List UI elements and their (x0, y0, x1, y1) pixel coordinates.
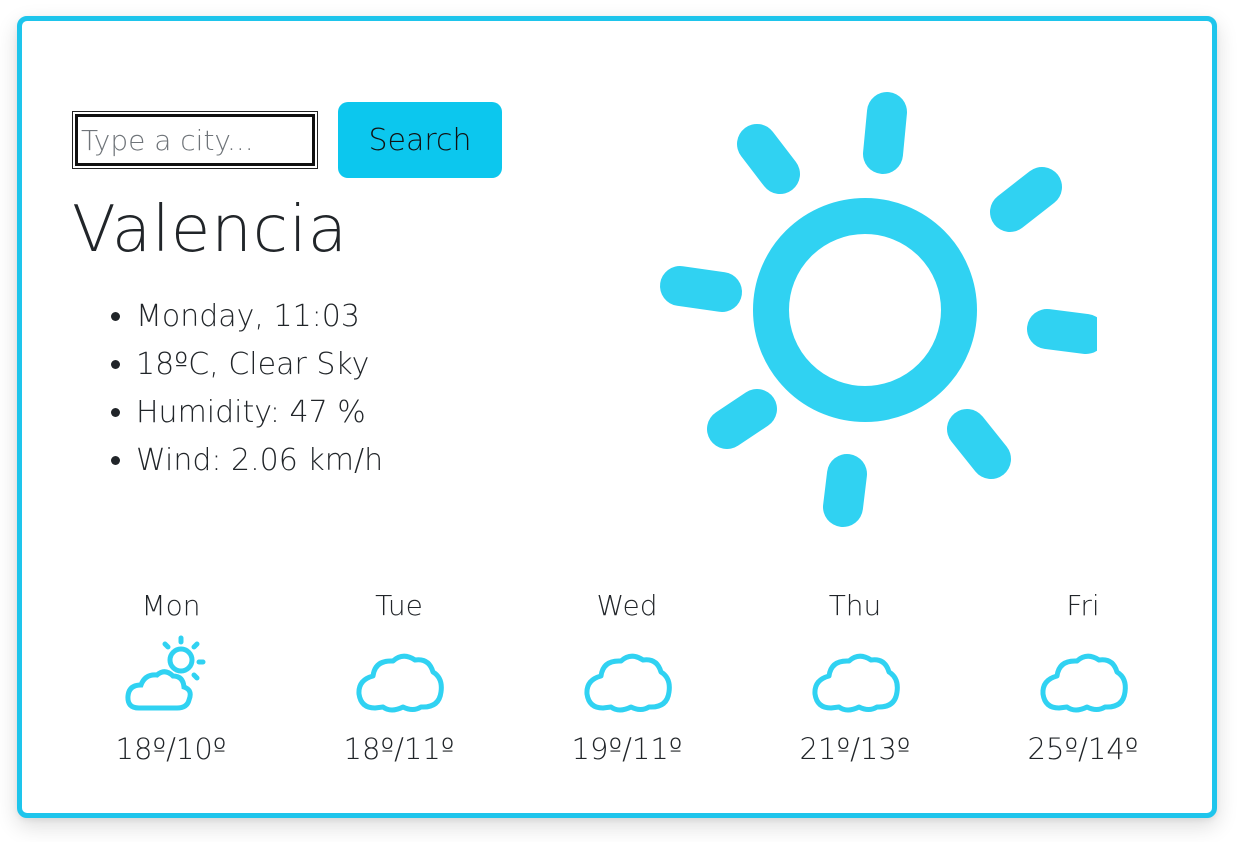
cloud-icon (356, 653, 444, 713)
forecast-day: Wed 19º/11º (513, 586, 741, 786)
forecast-day-name: Fri (1066, 589, 1100, 622)
date-time: Monday, 11:03 (136, 293, 383, 341)
humidity: Humidity: 47 % (136, 389, 383, 437)
forecast-day: Mon 18º/10º (57, 586, 285, 786)
forecast-day-name: Tue (375, 589, 423, 622)
forecast-day-name: Thu (828, 589, 882, 622)
cloud-icon (812, 653, 900, 713)
forecast-day: Fri 25º/14º (969, 586, 1197, 786)
current-weather-details: Monday, 11:03 18ºC, Clear Sky Humidity: … (98, 293, 383, 485)
city-search-input[interactable] (72, 111, 318, 169)
forecast-day-name: Wed (596, 589, 658, 622)
partly-cloudy-icon (125, 635, 206, 711)
forecast-temps: 19º/11º (571, 732, 683, 766)
forecast-row: Mon 18º/10º Tue 18º/11º Wed 19º/11º Thu … (57, 586, 1197, 786)
cloud-icon (1040, 653, 1128, 713)
forecast-temps: 21º/13º (799, 732, 911, 766)
forecast-temps: 18º/11º (343, 732, 455, 766)
forecast-day: Tue 18º/11º (285, 586, 513, 786)
search-form: Search (72, 102, 502, 178)
forecast-day: Thu 21º/13º (741, 586, 969, 786)
city-name: Valencia (72, 193, 348, 267)
forecast-temps: 18º/10º (115, 732, 227, 766)
weather-card: Search Valencia Monday, 11:03 18ºC, Clea… (17, 16, 1217, 818)
sun-icon (660, 92, 1097, 527)
wind-speed: Wind: 2.06 km/h (136, 437, 383, 485)
cloud-icon (584, 653, 672, 713)
forecast-day-name: Mon (141, 589, 201, 622)
temperature-condition: 18ºC, Clear Sky (136, 341, 383, 389)
forecast-temps: 25º/14º (1027, 732, 1139, 766)
search-button[interactable]: Search (338, 102, 502, 178)
